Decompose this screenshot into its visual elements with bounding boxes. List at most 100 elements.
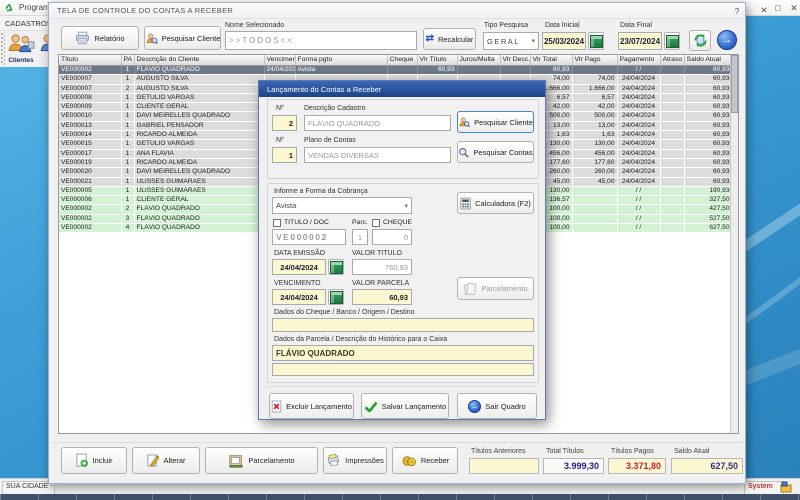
toolbar-item-clientes[interactable]: Clientes — [7, 32, 35, 64]
table-cell: AUGUSTO SILVA — [134, 75, 264, 84]
recalcular-button[interactable]: ⇄ Recalcular — [423, 28, 476, 50]
dialog-parcelamento-button[interactable]: Parcelamento — [457, 277, 534, 300]
cheque-number-field[interactable]: 0 — [372, 229, 412, 245]
add-page-icon — [75, 453, 88, 468]
pesquisar-contas-label: Pesquisar Contas — [473, 148, 532, 157]
cheque-checkbox[interactable] — [372, 219, 380, 227]
titulo-doc-checkbox[interactable] — [273, 219, 281, 227]
impressoes-button[interactable]: Impressões — [323, 447, 387, 474]
titulo-doc-field[interactable]: VE000002 — [272, 229, 346, 245]
pesquisar-contas-button[interactable]: Pesquisar Contas — [457, 141, 534, 163]
scrollbar-thumb[interactable] — [731, 55, 738, 113]
parc-field[interactable]: 1 — [352, 229, 368, 245]
sair-quadro-button[interactable]: → Sair Quadro — [457, 393, 537, 419]
table-cell: 1 — [121, 168, 134, 177]
table-cell: 24/04/2024 — [617, 158, 660, 167]
data-emissao-field[interactable]: 24/04/2024 — [272, 259, 326, 275]
data-final-calendar-button[interactable] — [664, 32, 680, 50]
table-cell: VE000009 — [59, 103, 121, 112]
excluir-lancamento-button[interactable]: Excluir Lançamento — [269, 393, 354, 419]
table-cell — [660, 196, 684, 205]
close-icon[interactable]: ✕ — [756, 4, 772, 17]
valor-parcela-field[interactable]: 60,93 — [352, 289, 412, 305]
help-icon[interactable]: ? — [729, 4, 745, 17]
salvar-lancamento-button[interactable]: Salvar Lançamento — [361, 393, 449, 419]
receber-button[interactable]: Receber — [392, 447, 458, 474]
screen: Programa F □ ✕ CADASTROS Clientes — [0, 0, 800, 500]
table-cell — [660, 168, 684, 177]
historico-field[interactable]: FLÁVIO QUADRADO — [272, 345, 534, 361]
table-cell: 1 — [121, 186, 134, 195]
parcelamento-button[interactable]: Parcelamento — [205, 447, 318, 474]
table-cell: GABRIEL PENSADOR — [134, 121, 264, 130]
plano-de-contas-field[interactable]: VENDAS DIVERSAS — [304, 147, 451, 163]
arrow-right-icon: → — [471, 402, 479, 411]
column-header[interactable]: Saldo Atual — [684, 55, 732, 66]
menu-cadastros[interactable]: CADASTROS — [0, 16, 50, 28]
vencimento-field[interactable]: 24/04/2024 — [272, 289, 326, 305]
titulos-pagos-label: Títulos Pagos — [611, 448, 654, 455]
search-icon — [458, 147, 469, 158]
receber-label: Receber — [421, 456, 449, 465]
dados-cheque-field[interactable] — [272, 318, 534, 332]
table-cell: VE000021 — [59, 177, 121, 186]
column-header[interactable]: PA — [121, 55, 134, 66]
pesquisar-cliente-label: Pesquisar Cliente — [162, 34, 221, 43]
tray-icon[interactable] — [780, 481, 792, 493]
column-header[interactable]: Forma pgto — [295, 55, 387, 66]
nome-selecionado-field[interactable]: >>TODOS<< — [225, 31, 417, 50]
column-header[interactable]: Juros/Multa — [457, 55, 500, 66]
bottom-strip — [0, 494, 800, 500]
alterar-button[interactable]: Alterar — [132, 447, 200, 474]
chevron-down-icon: ▾ — [531, 37, 535, 45]
back-close-icon[interactable]: ✕ — [787, 2, 800, 14]
column-header[interactable]: Vlr Total — [530, 55, 572, 66]
table-row[interactable]: VE0000021FLÁVIO QUADRADO24/04/2024Avista… — [59, 66, 732, 75]
table-cell: 45,00 — [572, 177, 617, 186]
refresh-button[interactable] — [689, 30, 711, 51]
table-cell: 1 — [121, 112, 134, 121]
person-search-icon — [458, 116, 470, 128]
table-cell: 24/04/2024 — [264, 66, 295, 75]
emissao-calendar-button[interactable] — [328, 259, 344, 275]
table-cell: FLÁVIO QUADRADO — [134, 66, 264, 75]
column-header[interactable]: Vlr Pago — [572, 55, 617, 66]
vertical-scrollbar[interactable] — [730, 55, 738, 433]
column-header[interactable]: Descrição do Cliente — [134, 55, 264, 66]
column-header[interactable]: Vlr Desc. — [500, 55, 530, 66]
incluir-button[interactable]: Incluir — [61, 447, 127, 474]
dialog-pesquisar-cliente-button[interactable]: Pesquisar Cliente — [457, 111, 534, 133]
table-cell: AUGUSTO SILVA — [134, 84, 264, 93]
vencimento-calendar-button[interactable] — [328, 289, 344, 305]
next-arrow-button[interactable]: → — [717, 30, 737, 50]
cadastro-n-field[interactable]: 2 — [272, 115, 297, 131]
pesquisar-cliente-button[interactable]: Pesquisar Cliente — [144, 26, 221, 50]
data-inicial-calendar-button[interactable] — [588, 32, 604, 50]
dialog-title: Lançamento do Contas a Receber — [267, 85, 381, 94]
table-cell: 627,50 — [684, 224, 732, 233]
data-inicial-field[interactable]: 25/03/2024 — [542, 32, 586, 50]
column-header[interactable]: Vencimento — [264, 55, 295, 66]
table-cell — [660, 75, 684, 84]
cadastro-n-label: Nº — [276, 105, 284, 112]
table-cell: 1 — [121, 121, 134, 130]
column-header[interactable]: Vlr Título — [417, 55, 457, 66]
historico-extra-field[interactable] — [272, 363, 534, 376]
calculadora-button[interactable]: Calculadora (F2) — [457, 192, 534, 214]
maximize-icon[interactable]: □ — [771, 2, 785, 14]
column-header[interactable]: Atraso — [660, 55, 684, 66]
printer-small-icon — [326, 454, 341, 467]
data-final-field[interactable]: 23/07/2024 — [618, 32, 662, 50]
column-header[interactable]: Cheque — [387, 55, 417, 66]
table-cell: 1,63 — [572, 131, 617, 140]
table-cell: 1 — [121, 158, 134, 167]
column-header[interactable]: Título — [59, 55, 121, 66]
relatorio-button[interactable]: Relatório — [61, 26, 139, 50]
plano-n-field[interactable]: 1 — [272, 147, 297, 163]
forma-cobranca-select[interactable]: Avista ▾ — [272, 197, 412, 214]
table-cell — [660, 66, 684, 75]
column-header[interactable]: Pagamento — [617, 55, 660, 66]
valor-titulo-field[interactable]: 760,93 — [352, 259, 412, 275]
tipo-pesquisa-select[interactable]: GERAL ▾ — [483, 32, 539, 50]
descricao-cadastro-field[interactable]: FLÁVIO QUADRADO — [304, 115, 451, 131]
